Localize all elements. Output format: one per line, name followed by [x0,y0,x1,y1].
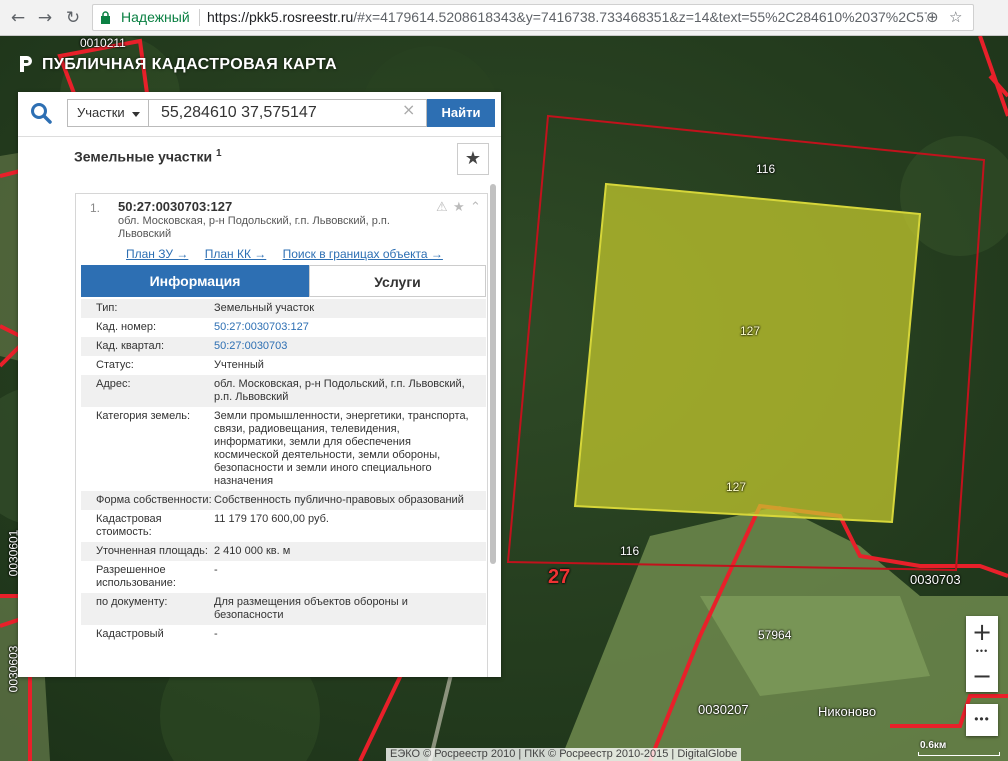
info-value: Собственность публично-правовых образова… [214,494,464,506]
parcel-label-127-bottom: 127 [726,480,747,494]
plan-zu-link[interactable]: План ЗУ → [126,247,188,261]
info-value: 2 410 000 кв. м [214,545,291,557]
scale-label: 0.6км [920,740,947,751]
warning-icon[interactable]: ⚠ [436,200,448,215]
info-row-permitted-use: Разрешенное использование: - [81,561,486,593]
panel-scrollbar[interactable] [490,184,496,564]
info-row-address: Адрес: обл. Московская, р-н Подольский, г… [81,375,486,407]
info-value: - [214,628,218,640]
info-row-area: Уточненная площадь: 2 410 000 кв. м [81,542,486,561]
bookmark-star-icon[interactable]: ☆ [949,5,962,30]
info-label: Тип: [96,302,118,314]
info-value: Земли промышленности, энергетики, трансп… [214,410,469,487]
place-label-nikonovo: Никоново [818,704,877,719]
info-value-link[interactable]: 50:27:0030703 [214,340,469,353]
result-address: обл. Московская, р-н Подольский, г.п. Ль… [118,215,390,240]
search-bar: Участки 55,284610 37,575147 × Найти [18,92,501,137]
address-bar[interactable]: Надежный https://pkk5.rosreestr.ru/#x=41… [92,4,974,31]
info-value: Для размещения объектов обороны и безопа… [214,596,408,621]
parcel-label-116-top: 116 [756,162,776,176]
info-label: по документу: [96,596,168,608]
zone-label-27: 27 [548,566,571,588]
info-table: Тип: Земельный участок Кад. номер: 50:27:0… [81,299,486,644]
plan-kk-link[interactable]: План КК → [205,247,267,261]
scale-bar [918,752,1000,756]
info-label: Кад. квартал: [96,340,165,352]
rosreestr-logo-icon [20,56,32,72]
info-row-cad-engineer: Кадастровый - [81,625,486,644]
lock-icon [101,11,110,24]
secure-label: Надежный [121,9,190,25]
info-value: обл. Московская, р-н Подольский, г.п. Ль… [214,378,465,403]
tab-information[interactable]: Информация [81,265,309,297]
info-row-cad-value: Кадастровая стоимость: 11 179 170 600,00 … [81,510,486,542]
url-path: /#x=4179614.5208618343&y=7416738.7334683… [353,9,927,25]
more-button[interactable]: ••• [966,704,998,736]
url-host: https://pkk5.rosreestr.ru [207,9,354,25]
app-title: ПУБЛИЧНАЯ КАДАСТРОВАЯ КАРТА [42,56,338,73]
info-row-by-document: по документу: Для размещения объектов обо… [81,593,486,625]
url-separator [199,9,200,26]
info-value-link[interactable]: 50:27:0030703:127 [214,321,469,334]
info-label: Уточненная площадь: [96,545,208,557]
favorites-button[interactable]: ★ [457,143,489,175]
result-links: План ЗУ → План КК → Поиск в границах объ… [126,247,456,261]
zoom-page-icon[interactable]: ⊕ [926,5,939,30]
search-input[interactable]: 55,284610 37,575147 [149,99,427,127]
star-outline-icon[interactable]: ★ [453,200,465,215]
chevron-up-icon[interactable]: ⌃ [470,200,481,215]
parcel-label-57964: 57964 [758,628,792,642]
search-in-bounds-link[interactable]: Поиск в границах объекта → [283,247,443,261]
info-label: Адрес: [96,378,131,390]
url-text[interactable]: https://pkk5.rosreestr.ru/#x=4179614.520… [207,5,927,30]
info-value: Земельный участок [214,302,315,314]
search-type-label: Участки [77,105,125,120]
quarter-label-0030703: 0030703 [910,572,961,587]
info-value: - [214,564,218,576]
info-row-cad-quarter: Кад. квартал: 50:27:0030703 [81,337,486,356]
results-title: Земельные участки 1 [74,148,222,165]
info-label: Разрешенное использование: [96,564,176,589]
info-row-cad-number: Кад. номер: 50:27:0030703:127 [81,318,486,337]
back-icon[interactable]: ← [7,7,29,29]
search-panel: Участки 55,284610 37,575147 × Найти Земе… [18,92,501,677]
info-value: 11 179 170 600,00 руб. [214,513,329,525]
zoom-control: + ••• − [966,616,998,692]
info-label: Кад. номер: [96,321,157,333]
info-label: Категория земель: [96,410,191,422]
map-attribution: ЕЭКО © Росреестр 2010 | ПКК © Росреестр … [386,748,742,761]
star-icon: ★ [464,148,482,169]
tab-services[interactable]: Услуги [309,265,486,297]
zoom-in-button[interactable]: + [966,616,998,648]
result-tabs: Информация Услуги [81,265,486,297]
quarter-label-0030207: 0030207 [698,702,749,717]
parcel-label-127-center: 127 [740,324,761,338]
search-type-select[interactable]: Участки [67,99,149,127]
info-label: Кадастровая стоимость: [96,513,162,538]
search-icon[interactable] [30,102,52,124]
result-index: 1. [90,201,101,215]
info-label: Кадастровый [96,628,164,640]
info-label: Форма собственности: [96,494,212,506]
results-title-text: Земельные участки [74,148,213,165]
reload-icon[interactable]: ↻ [62,7,84,29]
zoom-out-button[interactable]: − [966,660,998,692]
chevron-down-icon [132,112,140,117]
zoom-divider: ••• [975,646,989,656]
find-button[interactable]: Найти [427,99,495,127]
info-row-status: Статус: Учтенный [81,356,486,375]
clear-icon[interactable]: × [402,100,415,119]
browser-toolbar: ← → ↻ Надежный https://pkk5.rosreestr.ru… [0,0,1008,36]
results-count: 1 [215,148,222,159]
result-card: 1. 50:27:0030703:127 обл. Московская, р-… [75,193,488,677]
info-row-ownership: Форма собственности: Собственность публич… [81,491,486,510]
info-label: Статус: [96,359,134,371]
info-value: Учтенный [214,359,264,371]
quarter-label-top: 0010211 [80,36,126,50]
parcel-label-116-bottom: 116 [620,544,640,558]
forward-icon[interactable]: → [34,7,56,29]
info-row-type: Тип: Земельный участок [81,299,486,318]
info-row-land-category: Категория земель: Земли промышленности, э… [81,407,486,491]
result-cad-number[interactable]: 50:27:0030703:127 [118,199,232,214]
